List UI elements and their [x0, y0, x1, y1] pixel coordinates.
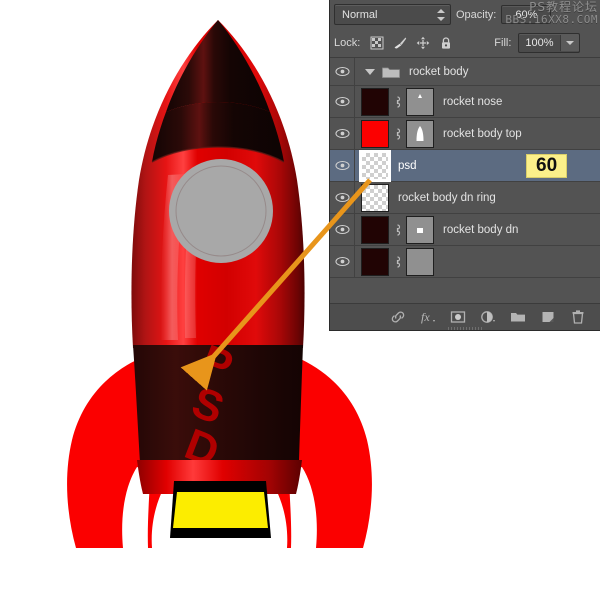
layer-style-fx-icon[interactable]: fx	[420, 309, 436, 325]
opacity-value: 60%	[515, 9, 537, 21]
blend-opacity-row: Normal Opacity: 60%	[330, 0, 600, 29]
visibility-toggle[interactable]	[330, 182, 355, 213]
link-mask-icon[interactable]	[393, 95, 402, 109]
add-layer-mask-icon[interactable]	[450, 309, 466, 325]
eye-icon	[335, 160, 350, 171]
layer-row-selected[interactable]: psd 60	[330, 150, 600, 182]
group-disclosure-triangle-icon[interactable]	[365, 69, 375, 75]
link-layers-icon[interactable]	[390, 309, 406, 325]
svg-text:fx: fx	[421, 310, 430, 324]
fill-dropdown-arrow-icon[interactable]	[560, 35, 579, 51]
layer-list[interactable]: rocket body	[330, 58, 600, 303]
eye-icon	[335, 66, 350, 77]
visibility-toggle[interactable]	[330, 246, 355, 277]
rocket-dark-band: P S D	[133, 336, 303, 477]
layer-row[interactable]: rocket body dn	[330, 214, 600, 246]
rocket-body	[131, 20, 304, 348]
adjustment-layer-icon[interactable]	[480, 309, 496, 325]
layer-mask-thumbnail[interactable]	[406, 216, 434, 244]
lock-fill-row: Lock:	[330, 29, 600, 57]
screenshot-root: P S D PS教程论坛 BBS.16XX8.COM	[0, 0, 600, 600]
rocket-window	[169, 159, 273, 263]
layer-name: rocket body dn	[443, 224, 518, 236]
fill-label: Fill:	[494, 37, 511, 49]
layer-row[interactable]	[330, 246, 600, 278]
opacity-label: Opacity:	[456, 9, 496, 21]
layers-panel[interactable]: PS教程论坛 BBS.16XX8.COM Normal Opacity: 60%…	[330, 0, 600, 330]
eye-icon	[335, 96, 350, 107]
lock-label: Lock:	[334, 37, 360, 49]
lock-position-icon[interactable]	[416, 36, 430, 50]
layer-thumbnail[interactable]	[361, 88, 389, 116]
panel-resize-grip[interactable]	[448, 327, 482, 330]
layer-thumbnail[interactable]	[361, 184, 389, 212]
new-group-icon[interactable]	[510, 309, 526, 325]
rocket-nozzle	[170, 481, 271, 538]
layer-group-rocket-body[interactable]: rocket body	[330, 58, 600, 86]
visibility-toggle[interactable]	[330, 214, 355, 245]
link-mask-icon[interactable]	[393, 127, 402, 141]
visibility-toggle[interactable]	[330, 150, 355, 181]
eye-icon	[335, 128, 350, 139]
eye-icon	[335, 224, 350, 235]
layer-thumbnail[interactable]	[361, 120, 389, 148]
blend-mode-select[interactable]: Normal	[334, 4, 451, 25]
fill-value: 100%	[519, 34, 559, 52]
layer-thumbnail[interactable]	[361, 248, 389, 276]
opacity-callout-badge: 60	[526, 154, 567, 178]
new-layer-icon[interactable]	[540, 309, 556, 325]
lock-image-pixels-icon[interactable]	[393, 36, 407, 50]
layer-name: rocket body dn ring	[398, 192, 496, 204]
layer-row[interactable]: rocket nose	[330, 86, 600, 118]
folder-icon	[382, 65, 400, 79]
visibility-toggle[interactable]	[330, 58, 355, 85]
layer-mask-thumbnail[interactable]	[406, 248, 434, 276]
opacity-input[interactable]: 60%	[501, 5, 551, 24]
link-mask-icon[interactable]	[393, 223, 402, 237]
lock-all-icon[interactable]	[439, 36, 453, 50]
layer-name: rocket body top	[443, 128, 522, 140]
layer-mask-thumbnail[interactable]	[406, 88, 434, 116]
layer-thumbnail[interactable]	[361, 216, 389, 244]
layer-name: psd	[398, 160, 417, 172]
visibility-toggle[interactable]	[330, 86, 355, 117]
updown-spinner-icon[interactable]	[437, 9, 445, 21]
eye-icon	[335, 256, 350, 267]
layer-row[interactable]: rocket body dn ring	[330, 182, 600, 214]
layer-row[interactable]: rocket body top	[330, 118, 600, 150]
link-mask-icon[interactable]	[393, 255, 402, 269]
layers-panel-toolbar[interactable]: fx	[330, 303, 600, 330]
layer-thumbnail[interactable]	[361, 152, 389, 180]
layer-name: rocket nose	[443, 96, 502, 108]
layer-mask-thumbnail[interactable]	[406, 120, 434, 148]
fill-input[interactable]: 100%	[518, 33, 579, 53]
eye-icon	[335, 192, 350, 203]
layer-group-name: rocket body	[409, 66, 468, 78]
blend-mode-value: Normal	[342, 9, 377, 21]
visibility-toggle[interactable]	[330, 118, 355, 149]
layers-panel-options: PS教程论坛 BBS.16XX8.COM Normal Opacity: 60%…	[330, 0, 600, 58]
lock-transparent-pixels-icon[interactable]	[370, 36, 384, 50]
delete-layer-icon[interactable]	[570, 309, 586, 325]
